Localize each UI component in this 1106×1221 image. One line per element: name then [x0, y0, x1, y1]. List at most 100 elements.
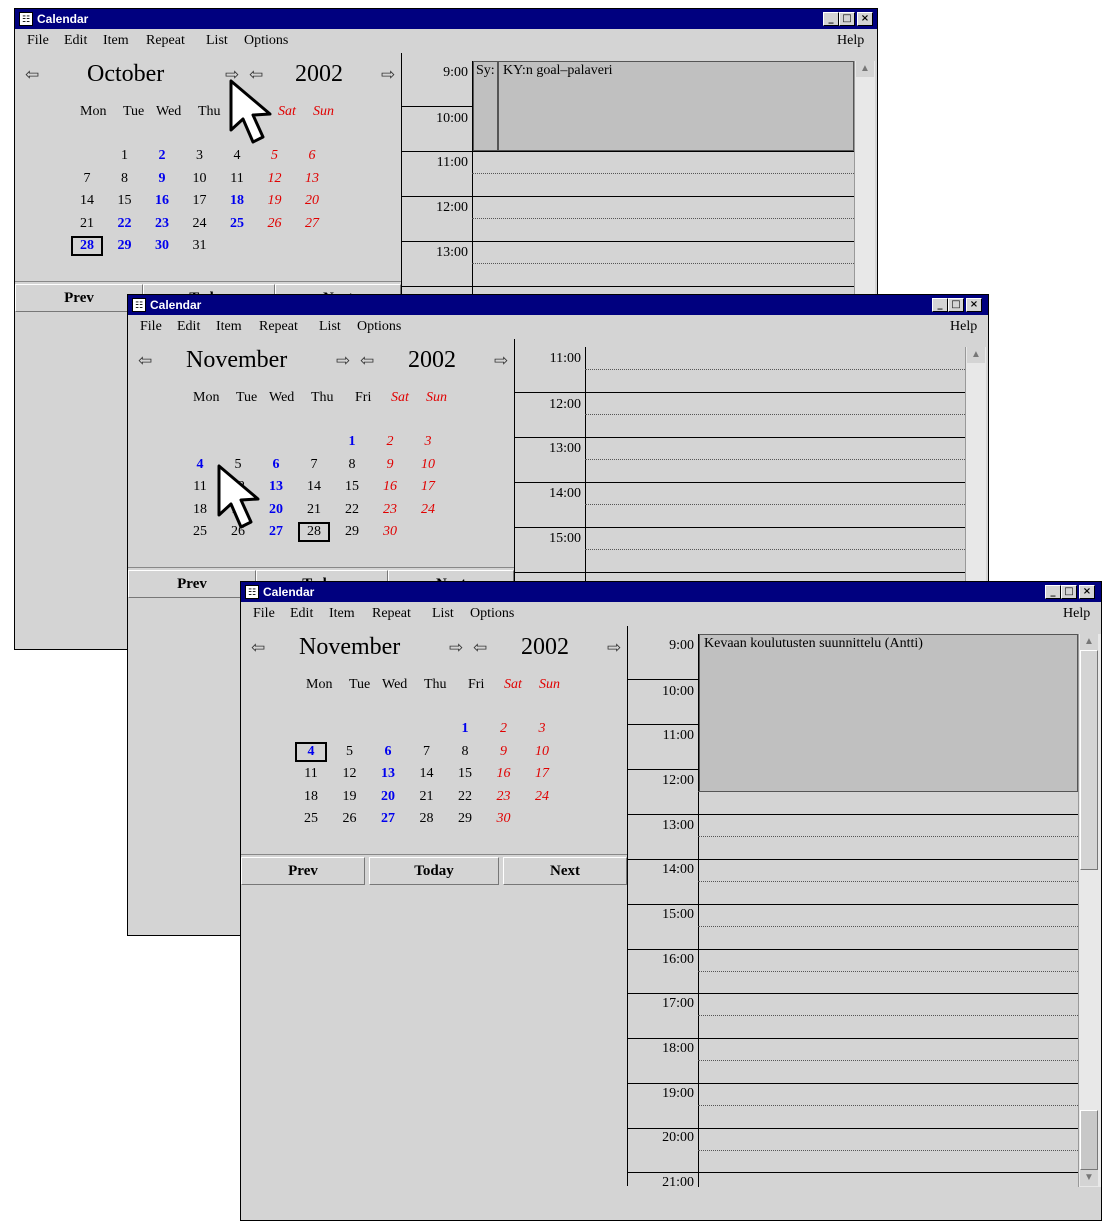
day-cell[interactable]: 2 — [489, 720, 519, 738]
menu-options[interactable]: Options — [357, 315, 401, 339]
day-cell[interactable]: 16 — [489, 765, 519, 783]
day-cell[interactable]: 20 — [297, 192, 327, 210]
prev-button[interactable]: Prev — [128, 570, 256, 598]
next-month-arrow-icon[interactable]: ⇨ — [449, 638, 463, 658]
day-cell[interactable]: 11 — [222, 170, 252, 188]
day-cell[interactable]: 18 — [222, 192, 252, 210]
day-cell[interactable]: 7 — [299, 456, 329, 474]
day-cell[interactable]: 17 — [413, 478, 443, 496]
title-bar[interactable]: ☷ Calendar _ □ × — [128, 295, 988, 315]
day-cell[interactable]: 8 — [337, 456, 367, 474]
close-button[interactable]: × — [1079, 585, 1095, 599]
day-cell[interactable]: 10 — [413, 456, 443, 474]
day-cell[interactable]: 23 — [489, 788, 519, 806]
day-cell[interactable]: 7 — [72, 170, 102, 188]
menu-item[interactable]: Item — [329, 602, 355, 626]
day-cell[interactable]: 12 — [260, 170, 290, 188]
prev-button[interactable]: Prev — [15, 284, 143, 312]
day-cell[interactable]: 29 — [337, 523, 367, 541]
menu-repeat[interactable]: Repeat — [372, 602, 411, 626]
day-cell[interactable]: 15 — [337, 478, 367, 496]
day-cell[interactable]: 16 — [375, 478, 405, 496]
minimize-button[interactable]: _ — [932, 298, 948, 312]
day-cell[interactable]: 21 — [299, 501, 329, 519]
day-cell[interactable]: 3 — [527, 720, 557, 738]
day-cell[interactable]: 23 — [147, 215, 177, 233]
day-cell[interactable]: 10 — [185, 170, 215, 188]
scroll-down-icon[interactable]: ▼ — [1080, 1170, 1098, 1186]
maximize-button[interactable]: □ — [1061, 585, 1077, 599]
scroll-up-icon[interactable]: ▲ — [1080, 634, 1098, 650]
day-cell[interactable]: 9 — [375, 456, 405, 474]
day-cell[interactable]: 29 — [450, 810, 480, 828]
title-bar[interactable]: ☷ Calendar _ □ × — [15, 9, 877, 29]
day-cell[interactable]: 25 — [222, 215, 252, 233]
next-button[interactable]: Next — [503, 857, 627, 885]
menu-list[interactable]: List — [319, 315, 341, 339]
menu-help[interactable]: Help — [837, 29, 864, 53]
day-cell[interactable]: 22 — [450, 788, 480, 806]
day-cell[interactable]: 4 — [295, 741, 327, 762]
menu-options[interactable]: Options — [470, 602, 514, 626]
day-cell[interactable]: 13 — [297, 170, 327, 188]
day-cell[interactable]: 12 — [335, 765, 365, 783]
day-cell[interactable]: 2 — [375, 433, 405, 451]
menu-repeat[interactable]: Repeat — [259, 315, 298, 339]
scroll-up-icon[interactable]: ▲ — [967, 347, 985, 363]
day-cell[interactable]: 9 — [147, 170, 177, 188]
prev-month-arrow-icon[interactable]: ⇦ — [25, 65, 39, 85]
schedule-scrollbar[interactable]: ▲ ▼ — [1078, 634, 1101, 1187]
close-button[interactable]: × — [857, 12, 873, 26]
day-cell[interactable]: 3 — [185, 147, 215, 165]
minimize-button[interactable]: _ — [1045, 585, 1061, 599]
next-year-arrow-icon[interactable]: ⇨ — [381, 65, 395, 85]
maximize-button[interactable]: □ — [839, 12, 855, 26]
menu-edit[interactable]: Edit — [177, 315, 200, 339]
day-cell[interactable]: 8 — [450, 743, 480, 761]
menu-repeat[interactable]: Repeat — [146, 29, 185, 53]
prev-year-arrow-icon[interactable]: ⇦ — [473, 638, 487, 658]
day-cell[interactable]: 22 — [110, 215, 140, 233]
day-cell[interactable]: 23 — [375, 501, 405, 519]
day-cell[interactable]: 24 — [185, 215, 215, 233]
day-cell[interactable]: 4 — [185, 456, 215, 474]
event-block[interactable]: Sy: — [473, 61, 498, 151]
day-cell[interactable]: 11 — [185, 478, 215, 496]
day-cell[interactable]: 18 — [185, 501, 215, 519]
day-cell[interactable]: 19 — [335, 788, 365, 806]
day-cell[interactable]: 31 — [185, 237, 215, 255]
menu-options[interactable]: Options — [244, 29, 288, 53]
prev-button[interactable]: Prev — [241, 857, 365, 885]
day-cell[interactable]: 3 — [413, 433, 443, 451]
day-cell[interactable]: 10 — [527, 743, 557, 761]
day-cell[interactable]: 13 — [373, 765, 403, 783]
day-cell[interactable]: 8 — [110, 170, 140, 188]
day-cell[interactable]: 28 — [412, 810, 442, 828]
scroll-thumb[interactable] — [1080, 650, 1098, 870]
menu-file[interactable]: File — [27, 29, 49, 53]
day-cell[interactable]: 28 — [298, 522, 330, 542]
menu-item[interactable]: Item — [103, 29, 129, 53]
day-cell[interactable]: 25 — [296, 810, 326, 828]
day-cell[interactable]: 19 — [260, 192, 290, 210]
day-cell[interactable]: 5 — [335, 743, 365, 761]
menu-item[interactable]: Item — [216, 315, 242, 339]
event-block[interactable]: KY:n goal–palaveri — [498, 61, 854, 151]
day-cell[interactable]: 14 — [72, 192, 102, 210]
scroll-thumb-lower[interactable] — [1080, 1110, 1098, 1170]
menu-help[interactable]: Help — [1063, 602, 1090, 626]
prev-month-arrow-icon[interactable]: ⇦ — [251, 638, 265, 658]
menu-edit[interactable]: Edit — [290, 602, 313, 626]
day-cell[interactable]: 24 — [527, 788, 557, 806]
day-cell[interactable]: 17 — [185, 192, 215, 210]
day-cell[interactable]: 7 — [412, 743, 442, 761]
menu-list[interactable]: List — [432, 602, 454, 626]
minimize-button[interactable]: _ — [823, 12, 839, 26]
day-cell[interactable]: 27 — [373, 810, 403, 828]
menu-file[interactable]: File — [253, 602, 275, 626]
menu-help[interactable]: Help — [950, 315, 977, 339]
menu-list[interactable]: List — [206, 29, 228, 53]
day-cell[interactable]: 30 — [489, 810, 519, 828]
day-cell[interactable]: 21 — [412, 788, 442, 806]
day-cell[interactable]: 29 — [110, 237, 140, 255]
